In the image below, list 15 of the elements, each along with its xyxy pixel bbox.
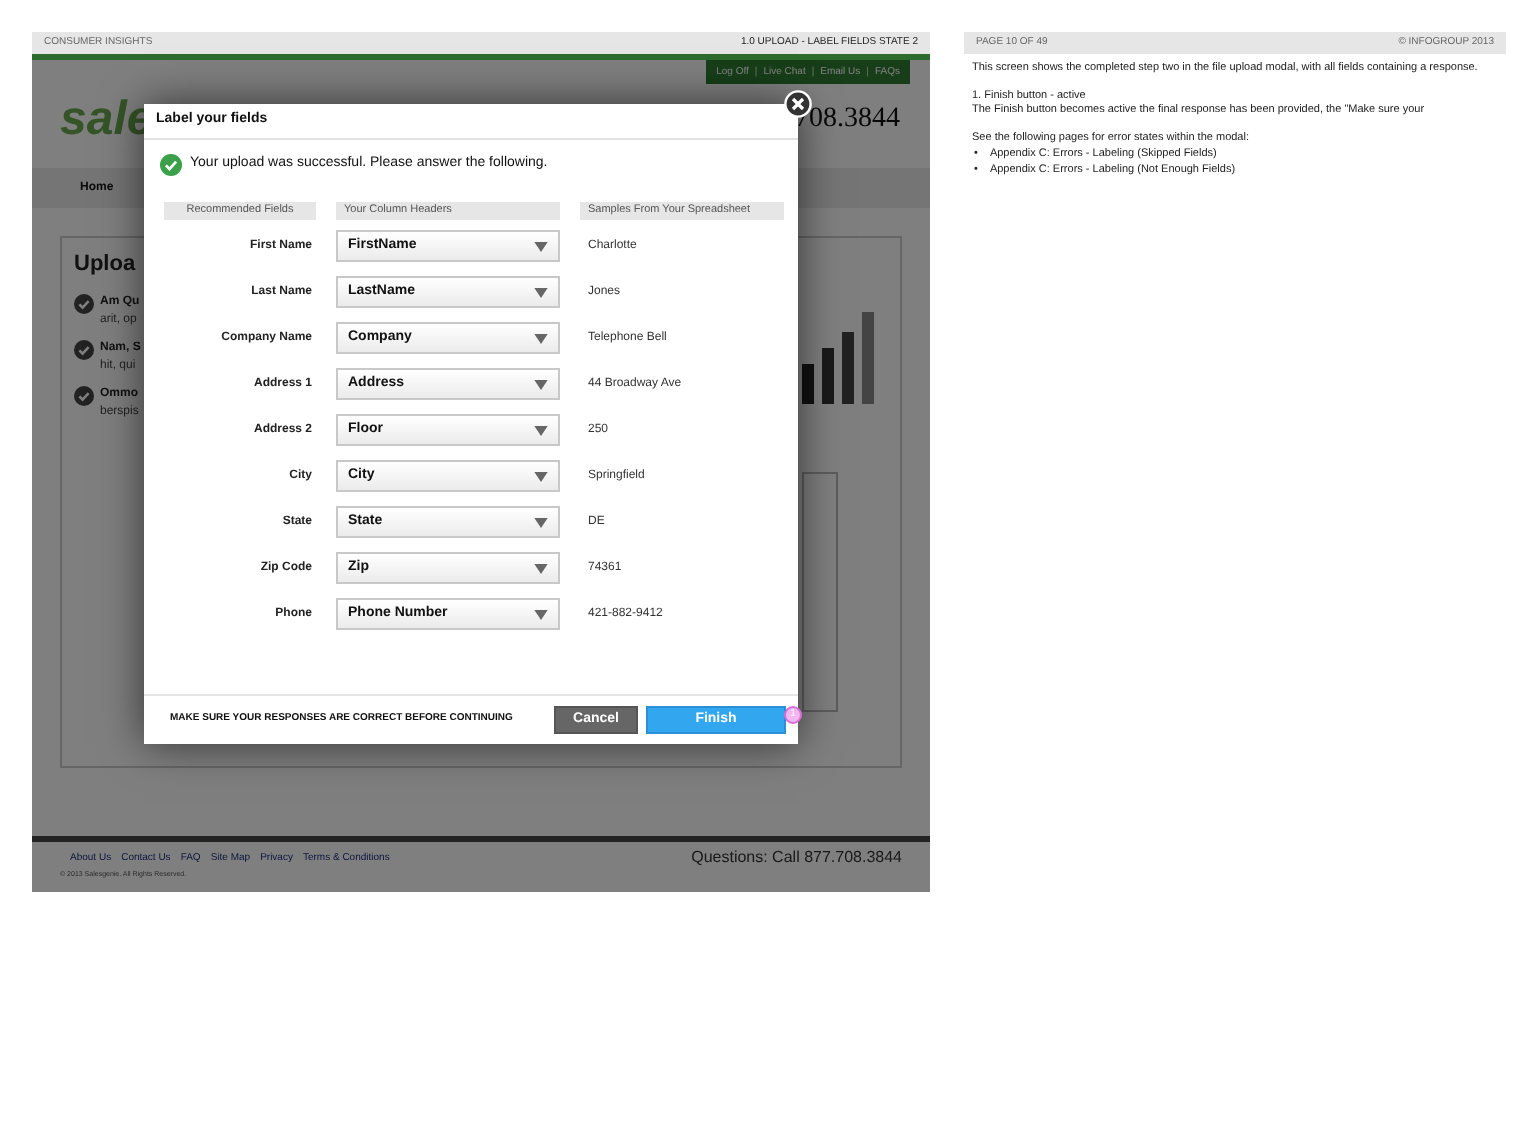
caret-icon — [534, 241, 548, 251]
check-icon — [74, 294, 94, 314]
caret-icon — [534, 563, 548, 573]
caret-icon — [534, 287, 548, 297]
footer-phone: Questions: Call 877.708.3844 — [691, 850, 902, 866]
caret-icon — [534, 517, 548, 527]
success-check-icon — [160, 153, 182, 175]
caret-icon — [534, 425, 548, 435]
check-icon — [74, 340, 94, 360]
caret-icon — [534, 471, 548, 481]
caret-icon — [534, 333, 548, 343]
panel-title: Uploa — [74, 250, 138, 280]
caret-icon — [534, 609, 548, 619]
caret-icon — [534, 379, 548, 389]
check-icon — [74, 386, 94, 406]
